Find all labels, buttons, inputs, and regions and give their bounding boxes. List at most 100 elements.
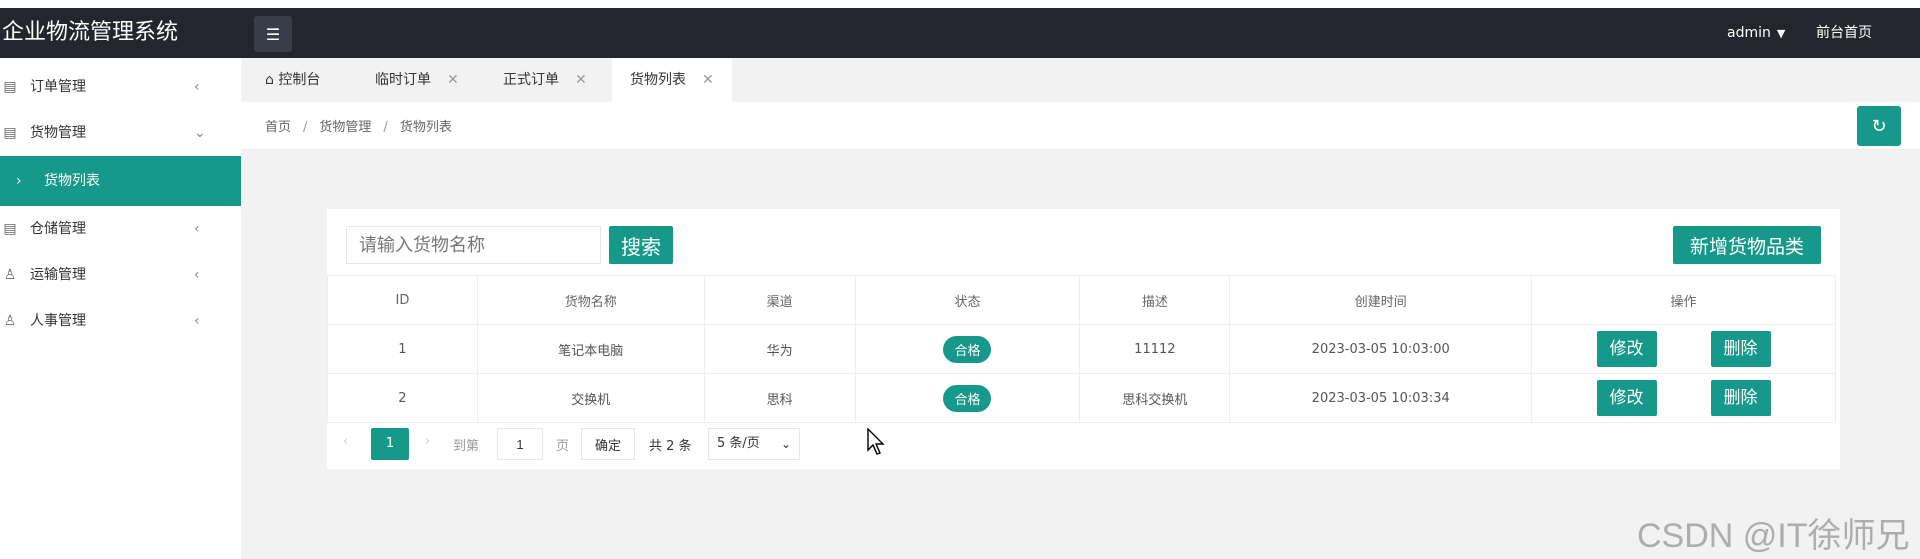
cell-id: 2 — [327, 373, 478, 423]
sidebar-item-label: 人事管理 — [30, 313, 86, 329]
chevron-left-icon: ‹ — [194, 221, 200, 237]
watermark: CSDN @IT徐师兄 — [1637, 517, 1910, 555]
search-button[interactable]: 搜索 — [609, 226, 673, 264]
tab-label: 正式订单 — [503, 72, 559, 88]
edit-button[interactable]: 修改 — [1596, 380, 1657, 416]
chevron-left-icon: ‹ — [194, 313, 200, 329]
sidebar-item-goods[interactable]: ▤ 货物管理 ⌄ — [0, 110, 241, 156]
cell-name: 笔记本电脑 — [476, 324, 705, 374]
close-icon[interactable]: ✕ — [447, 72, 459, 88]
tab-label: 控制台 — [278, 72, 321, 88]
sidebar-item-warehouse[interactable]: ▤ 仓储管理 ‹ — [0, 206, 241, 252]
close-icon[interactable]: ✕ — [575, 72, 587, 88]
refresh-button[interactable]: ↻ — [1857, 106, 1901, 146]
mouse-cursor-icon — [867, 428, 885, 455]
document-icon: ▤ — [3, 79, 17, 95]
table-header-row: ID 货物名称 渠道 状态 描述 创建时间 操作 — [327, 275, 1836, 325]
tab-formal-orders[interactable]: 正式订单 ✕ — [503, 58, 587, 102]
sidebar-item-label: 仓储管理 — [30, 221, 86, 237]
table-row: 2 交换机 思科 合格 思科交换机 2023-03-05 10:03:34 修改… — [327, 373, 1836, 423]
chevron-left-icon: ‹ — [194, 79, 200, 95]
cell-channel: 华为 — [703, 324, 856, 374]
home-icon: ⌂ — [265, 72, 274, 88]
edit-button[interactable]: 修改 — [1596, 331, 1657, 367]
sidebar-item-orders[interactable]: ▤ 订单管理 ‹ — [0, 64, 241, 110]
goods-table: ID 货物名称 渠道 状态 描述 创建时间 操作 1 笔记本电脑 华为 合格 1… — [327, 275, 1836, 423]
chevron-right-icon: › — [16, 173, 22, 189]
tab-bar: ⌂ 控制台 临时订单 ✕ 正式订单 ✕ 货物列表 ✕ — [241, 58, 1920, 102]
cell-actions: 修改 删除 — [1531, 324, 1836, 374]
document-icon: ▤ — [3, 125, 17, 141]
page-size-value: 5 条/页 — [717, 436, 760, 451]
caret-down-icon: ▼ — [1776, 27, 1786, 40]
table-row: 1 笔记本电脑 华为 合格 11112 2023-03-05 10:03:00 … — [327, 324, 1836, 374]
col-name: 货物名称 — [476, 275, 705, 325]
sidebar-item-label: 订单管理 — [30, 79, 86, 95]
top-bar: 企业物流管理系统 ☰ admin ▼ 前台首页 — [0, 0, 1920, 58]
prev-page-icon[interactable]: ‹ — [343, 434, 348, 449]
pagination: ‹ 1 › 到第 页 确定 共 2 条 5 条/页 ⌄ — [327, 424, 927, 460]
next-page-icon[interactable]: › — [425, 434, 430, 449]
add-goods-category-button[interactable]: 新增货物品类 — [1673, 226, 1821, 264]
username: admin — [1727, 25, 1771, 41]
cell-channel: 思科 — [703, 373, 856, 423]
col-created: 创建时间 — [1229, 275, 1533, 325]
breadcrumb-home[interactable]: 首页 — [265, 120, 291, 135]
cell-actions: 修改 删除 — [1531, 373, 1836, 423]
user-menu[interactable]: admin ▼ — [1727, 8, 1785, 58]
menu-toggle-button[interactable]: ☰ — [254, 16, 292, 52]
front-page-link[interactable]: 前台首页 — [1816, 8, 1872, 58]
status-badge: 合格 — [943, 335, 992, 363]
current-page[interactable]: 1 — [371, 428, 409, 460]
col-status: 状态 — [854, 275, 1081, 325]
col-desc: 描述 — [1079, 275, 1231, 325]
delete-button[interactable]: 删除 — [1710, 331, 1771, 367]
status-badge: 合格 — [943, 384, 992, 412]
goto-label: 到第 — [453, 439, 480, 454]
cell-status: 合格 — [854, 324, 1081, 374]
breadcrumb-bar: 首页 / 货物管理 / 货物列表 ↻ — [241, 102, 1920, 150]
breadcrumb-current: 货物列表 — [399, 120, 452, 135]
search-input[interactable] — [346, 226, 601, 264]
breadcrumb: 首页 / 货物管理 / 货物列表 — [265, 116, 452, 135]
goto-confirm-button[interactable]: 确定 — [581, 428, 635, 460]
cell-created: 2023-03-05 10:03:34 — [1229, 373, 1533, 423]
document-icon: ▤ — [3, 221, 17, 237]
breadcrumb-separator: / — [303, 120, 308, 135]
sidebar-item-label: 运输管理 — [30, 267, 86, 283]
cell-desc: 11112 — [1079, 324, 1231, 374]
close-icon[interactable]: ✕ — [702, 72, 714, 88]
refresh-icon: ↻ — [1871, 115, 1887, 137]
delete-button[interactable]: 删除 — [1710, 380, 1771, 416]
cell-id: 1 — [327, 324, 478, 374]
goods-list-card: 搜索 新增货物品类 ID 货物名称 渠道 状态 描述 创建时间 操作 1 笔记本… — [327, 209, 1840, 469]
sidebar-item-hr[interactable]: ♙ 人事管理 ‹ — [0, 298, 241, 344]
hamburger-icon: ☰ — [265, 24, 281, 44]
col-actions: 操作 — [1531, 275, 1836, 325]
cell-status: 合格 — [854, 373, 1081, 423]
goto-page-input[interactable] — [497, 428, 543, 460]
tab-label: 临时订单 — [375, 72, 431, 88]
sidebar-item-transport[interactable]: ♙ 运输管理 ‹ — [0, 252, 241, 298]
user-icon: ♙ — [3, 267, 17, 283]
col-id: ID — [327, 275, 478, 325]
cell-created: 2023-03-05 10:03:00 — [1229, 324, 1533, 374]
page-label: 页 — [556, 439, 570, 454]
tab-temp-orders[interactable]: 临时订单 ✕ — [375, 58, 459, 102]
breadcrumb-goods[interactable]: 货物管理 — [319, 120, 371, 135]
user-icon: ♙ — [3, 313, 17, 329]
cell-name: 交换机 — [476, 373, 705, 423]
chevron-down-icon: ⌄ — [194, 125, 206, 141]
chevron-left-icon: ‹ — [194, 267, 200, 283]
sidebar-item-label: 货物列表 — [44, 173, 100, 189]
tab-goods-list[interactable]: 货物列表 ✕ — [612, 58, 732, 102]
sidebar-subitem-goods-list[interactable]: › 货物列表 — [0, 156, 241, 206]
sidebar-item-label: 货物管理 — [30, 125, 86, 141]
tab-dashboard[interactable]: ⌂ 控制台 — [265, 58, 320, 102]
total-count: 共 2 条 — [649, 439, 692, 454]
tab-label: 货物列表 — [630, 72, 686, 88]
cell-desc: 思科交换机 — [1079, 373, 1231, 423]
breadcrumb-separator: / — [383, 120, 388, 135]
app-title: 企业物流管理系统 — [2, 20, 179, 45]
page-size-select[interactable]: 5 条/页 ⌄ — [708, 428, 800, 460]
